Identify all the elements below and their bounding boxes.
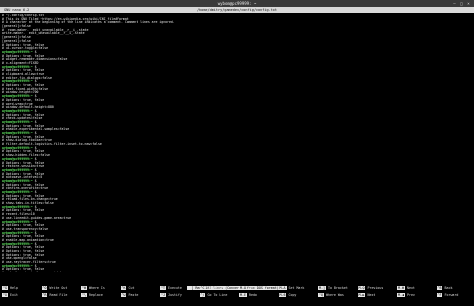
shortcut-label: Justify [167, 293, 182, 297]
line-text: # auto-layout-pixel-game-grid=true [2, 271, 67, 272]
shortcut-label: Previous [367, 286, 384, 290]
shortcut-key: M-Q [357, 286, 366, 290]
shortcut-label: Location [207, 286, 224, 290]
shortcut-key: ^J [160, 293, 166, 297]
shortcut-key: ^X [2, 293, 8, 297]
shortcut-item[interactable]: M-Q Previous [357, 286, 384, 291]
shortcut-item[interactable]: ^K Cut [120, 286, 135, 291]
shortcut-key: M-◀ [397, 293, 405, 297]
shortcut-key: M-E [239, 293, 247, 297]
shortcut-key: M-▶ [357, 293, 366, 297]
nano-header: GNU nano 6.2 /home/dmitry/gamedev/config… [0, 7, 474, 13]
shortcut-key: ^R [41, 293, 48, 297]
shortcut-key: M-6 [278, 293, 287, 297]
shortcut-item[interactable]: M-◀ Prev [397, 293, 415, 298]
shortcut-key: ^/ [199, 293, 206, 297]
shortcut-item[interactable]: ^C Location [199, 286, 224, 291]
shortcut-label: Where Was [325, 293, 344, 297]
shortcut-label: Paste [128, 293, 139, 297]
shortcut-item[interactable]: ^J Justify [160, 293, 182, 298]
shortcut-item[interactable]: ^/Go To Line [199, 293, 228, 298]
shortcut-item[interactable]: ^R Read File [41, 293, 68, 298]
shortcut-label: Prev [406, 293, 415, 297]
window-title: wybom@pc99999: ~ [217, 1, 257, 6]
shortcut-key: ^F [436, 293, 443, 297]
minimize-icon[interactable]: – [452, 1, 457, 6]
close-icon[interactable]: × [466, 1, 471, 6]
shortcut-label: Undo [248, 286, 257, 290]
shortcut-key: ^U [120, 293, 127, 297]
shortcut-key: M-] [318, 286, 326, 290]
shortcut-item[interactable]: M-6 Copy [278, 293, 297, 298]
shortcut-item[interactable]: ^F Forward [436, 293, 459, 298]
shortcut-label: Replace [88, 293, 103, 297]
shortcut-key: ^B [436, 286, 443, 290]
shortcut-label: Set Mark [288, 286, 305, 290]
shortcut-key: ^K [120, 286, 127, 290]
shortcut-label: Write Out [49, 286, 68, 290]
shortcut-label: Back [444, 286, 453, 290]
shortcut-label: Where Is [88, 286, 105, 290]
shortcut-key: M-W [397, 286, 405, 290]
shortcut-item[interactable]: ^O Write Out [41, 286, 68, 291]
status-bar: [ Read 101 lines (Converted from DOS for… [0, 274, 474, 290]
shortcut-key: M-U [239, 286, 247, 290]
shortcut-key: ^C [199, 286, 206, 290]
shortcut-label: Redo [248, 293, 257, 297]
shortcut-item[interactable]: ^B Back [436, 286, 453, 291]
shortcut-item[interactable]: M-▶ Next [357, 293, 376, 298]
shortcut-item[interactable]: ^\ Replace [81, 293, 103, 298]
shortcut-label: Copy [288, 293, 297, 297]
shortcut-key: ^\ [81, 293, 87, 297]
shortcut-label: Forward [444, 293, 459, 297]
shortcut-label: Cut [128, 286, 135, 290]
shortcut-item[interactable]: ^U Paste [120, 293, 139, 298]
maximize-icon[interactable]: □ [459, 1, 464, 6]
shortcut-bar: ^G Help ^O Write Out ^W Where Is ^K Cut ^T Execut… [0, 286, 474, 302]
window-titlebar: wybom@pc99999: ~ – □ × [0, 0, 474, 7]
file-name: /home/dmitry/gamedev/config/config.txt [196, 8, 278, 12]
shortcut-label: Go To Line [207, 293, 228, 297]
shortcut-label: Exit [9, 293, 18, 297]
shortcut-item[interactable]: M-U Undo [239, 286, 257, 291]
shortcut-key: ^T [160, 286, 166, 290]
shortcut-label: To Bracket [327, 286, 348, 290]
shortcut-key: ^O [41, 286, 48, 290]
shortcut-item[interactable]: M-] To Bracket [318, 286, 348, 291]
shortcut-item[interactable]: M-W Next [397, 286, 415, 291]
shortcut-item[interactable]: M-E Redo [239, 293, 257, 298]
shortcut-item[interactable]: ^G Help [2, 286, 18, 291]
shortcut-item[interactable]: ^X Exit [2, 293, 18, 298]
shortcut-key: ^G [2, 286, 8, 290]
shortcut-label: Next [367, 293, 376, 297]
shortcut-label: Execute [167, 286, 182, 290]
shortcut-key: M-A [278, 286, 287, 290]
shortcut-item[interactable]: ^Q Where Was [318, 293, 344, 298]
shortcut-item[interactable]: ^T Execute [160, 286, 182, 291]
shortcut-label: Next [406, 286, 415, 290]
shortcut-label: Read File [49, 293, 68, 297]
shortcut-key: ^W [81, 286, 87, 290]
shortcut-key: ^Q [318, 293, 324, 297]
editor-area[interactable]: # ~/.config/config.txt # This is GNU Tile… [2, 14, 472, 272]
shortcut-item[interactable]: ^W Where Is [81, 286, 105, 291]
shortcut-item[interactable]: M-A Set Mark [278, 286, 305, 291]
shortcut-label: Help [9, 286, 18, 290]
